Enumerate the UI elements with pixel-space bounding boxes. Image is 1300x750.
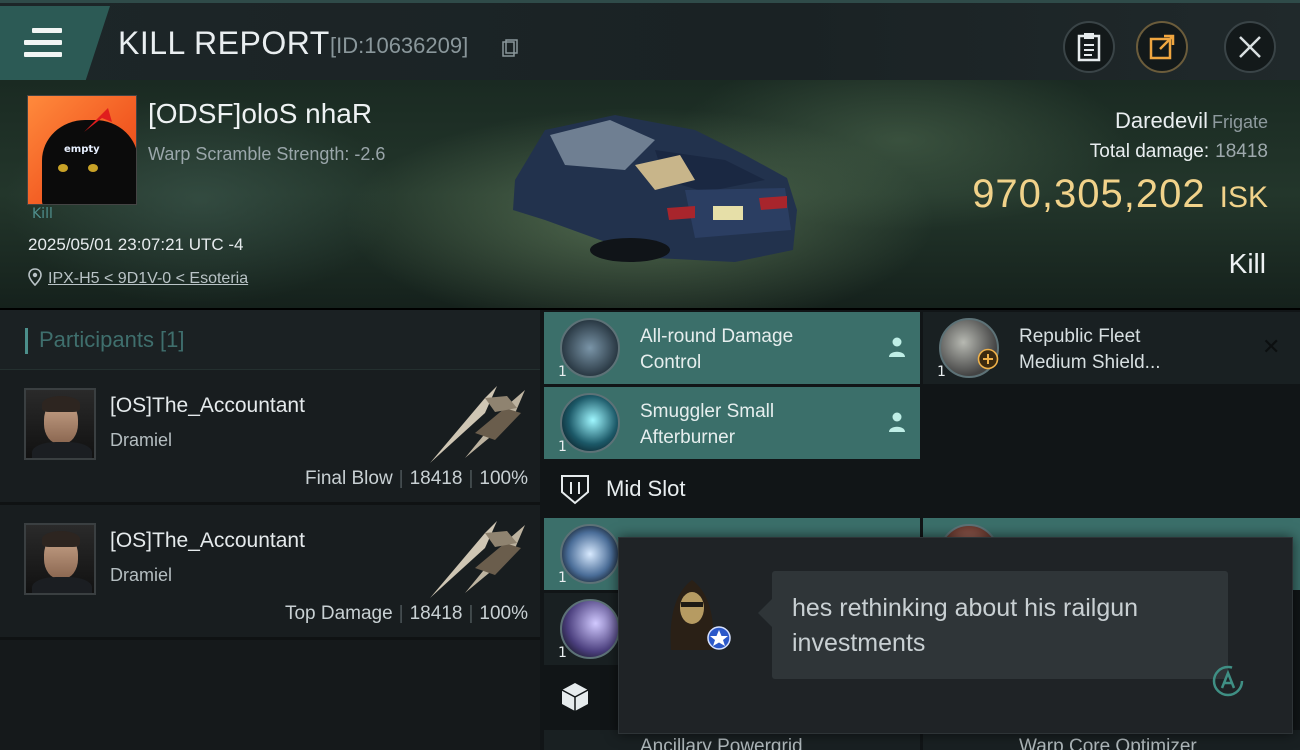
stat-label: Final Blow	[305, 468, 393, 489]
mid-slot-label: Mid Slot	[606, 476, 686, 501]
location-link[interactable]: IPX-H5 < 9D1V-0 < Esoteria	[48, 270, 248, 287]
total-damage: Total damage: 18418	[1090, 141, 1268, 163]
share-icon	[1149, 34, 1175, 60]
module-slot[interactable]: 1 All-round Damage Control	[544, 312, 920, 384]
participants-title: Participants [1]	[39, 327, 185, 352]
kill-location: IPX-H5 < 9D1V-0 < Esoteria	[28, 268, 248, 288]
participant-name: [OS]The_Accountant	[110, 394, 305, 417]
hamburger-menu-icon	[24, 28, 62, 58]
clipboard-icon	[1077, 33, 1101, 62]
victim-avatar[interactable]: empty	[27, 95, 137, 205]
report-id: [ID:10636209]	[330, 33, 469, 58]
afterburner-icon	[560, 393, 620, 453]
avatar-label: empty	[64, 144, 100, 155]
total-damage-label: Total damage:	[1089, 141, 1210, 162]
victim-name[interactable]: [ODSF]oloS nhaR	[148, 98, 372, 130]
stat-label: Top Damage	[284, 603, 393, 624]
module-label: Smuggler Small Afterburner	[640, 401, 775, 448]
result-label: Kill	[1228, 248, 1266, 279]
module-quantity: 1	[558, 364, 567, 380]
damage-value: 18418	[409, 468, 463, 489]
add-icon	[977, 348, 999, 370]
dramiel-ship-icon	[430, 386, 525, 463]
commenter-avatar[interactable]	[651, 572, 733, 654]
auto-cycle-icon[interactable]	[1210, 663, 1246, 699]
person-icon	[889, 337, 905, 357]
participant-row[interactable]: [OS]The_Accountant Dramiel Top Damage | 18…	[0, 505, 540, 640]
isk-value: 970,305,202 ISK	[972, 172, 1268, 217]
participant-ship: Dramiel	[110, 430, 173, 450]
comment-text: hes rethinking about his railgun investm…	[792, 594, 1139, 657]
kill-datetime: 2025/05/01 23:07:21 UTC -4	[28, 235, 244, 254]
cat-eye	[58, 164, 68, 172]
isk-unit: ISK	[1219, 181, 1268, 214]
damage-percent: 100%	[479, 468, 528, 489]
close-button[interactable]	[1224, 21, 1276, 73]
damage-control-icon	[560, 318, 620, 378]
damage-value: 18418	[409, 603, 463, 624]
comment-bubble: hes rethinking about his railgun investm…	[758, 571, 1228, 679]
module-label: Ancillary Powergrid	[640, 736, 803, 750]
dramiel-ship-icon	[430, 521, 525, 598]
module-slot[interactable]: 1 Smuggler Small Afterburner	[544, 387, 920, 459]
person-icon	[889, 412, 905, 432]
module-slot[interactable]: 1 Republic Fleet Medium Shield...	[923, 312, 1300, 384]
victim-banner: empty Kill [ODSF]oloS nhaR Warp Scramble…	[0, 80, 1300, 308]
ship-name: Daredevil	[1115, 108, 1208, 133]
victim-ship-image	[513, 115, 797, 262]
participant-ship: Dramiel	[110, 565, 173, 585]
arrow-icon	[84, 108, 112, 132]
participant-row[interactable]: [OS]The_Accountant Dramiel Final Blow | 18…	[0, 370, 540, 505]
module-quantity: 1	[558, 570, 567, 586]
participant-portrait	[24, 523, 96, 595]
module-label: Warp Core Optimizer	[1019, 736, 1197, 750]
warp-scramble-strength: Warp Scramble Strength: -2.6	[148, 144, 386, 164]
mid-slot-header: Mid Slot	[540, 462, 920, 516]
participant-name: [OS]The_Accountant	[110, 529, 305, 552]
participants-panel: Participants [1] [OS]The_Accountant Dram…	[0, 310, 540, 750]
battery-icon	[560, 599, 620, 659]
participants-header: Participants [1]	[0, 310, 540, 370]
dismiss-icon[interactable]: ✕	[1262, 335, 1280, 360]
mid-slot-icon	[561, 475, 589, 505]
isk-amount: 970,305,202	[972, 172, 1206, 216]
module-label: All-round Damage Control	[640, 326, 794, 373]
share-button[interactable]	[1136, 21, 1188, 73]
total-damage-value: 18418	[1215, 141, 1268, 162]
cat-eye	[88, 164, 98, 172]
location-pin-icon	[28, 268, 42, 287]
kill-tag: Kill	[32, 206, 53, 222]
scrambler-icon	[560, 524, 620, 584]
comment-popup[interactable]: hes rethinking about his railgun investm…	[618, 537, 1293, 734]
module-quantity: 1	[558, 439, 567, 455]
copy-icon[interactable]	[502, 39, 518, 57]
header-accent-bar	[25, 328, 28, 354]
module-quantity: 1	[558, 645, 567, 661]
participant-stats: Top Damage | 18418 | 100%	[284, 603, 528, 624]
ship-class: Frigate	[1211, 112, 1268, 132]
damage-percent: 100%	[479, 603, 528, 624]
page-title: KILL REPORT	[118, 25, 330, 61]
victim-ship[interactable]: Daredevil Frigate	[1115, 108, 1268, 134]
close-icon	[1239, 36, 1261, 58]
top-bar: KILL REPORT [ID:10636209]	[0, 0, 1300, 80]
menu-button[interactable]	[0, 6, 110, 80]
module-quantity: 1	[937, 364, 946, 380]
participant-stats: Final Blow | 18418 | 100%	[305, 468, 528, 489]
participant-portrait	[24, 388, 96, 460]
clipboard-button[interactable]	[1063, 21, 1115, 73]
module-label: Republic Fleet Medium Shield...	[1019, 326, 1161, 373]
low-slot-icon	[561, 683, 589, 711]
